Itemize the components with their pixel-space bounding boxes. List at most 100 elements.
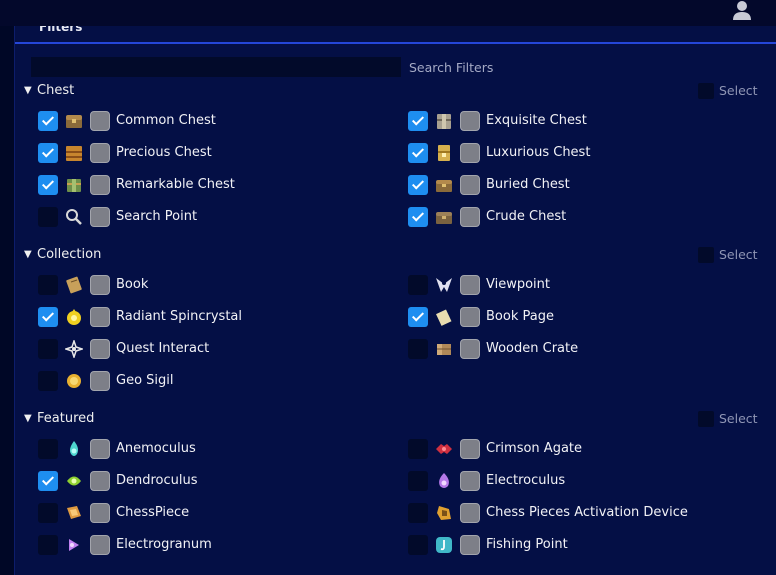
panel-title: Filters (39, 26, 83, 34)
dendroculus-icon (67, 476, 81, 486)
pin-toggle[interactable] (460, 111, 480, 131)
filter-checkbox[interactable] (38, 143, 58, 163)
filter-label: Buried Chest (486, 177, 570, 192)
filter-item-radiant-spincrystal[interactable]: Radiant Spincrystal (38, 305, 378, 329)
filter-checkbox[interactable] (38, 535, 58, 555)
filter-checkbox[interactable] (38, 471, 58, 491)
filter-checkbox[interactable] (408, 307, 428, 327)
filter-checkbox[interactable] (408, 503, 428, 523)
pin-toggle[interactable] (90, 143, 110, 163)
pin-toggle[interactable] (90, 471, 110, 491)
section-header[interactable]: ▼ Chest Select (15, 82, 776, 104)
pin-toggle[interactable] (460, 307, 480, 327)
filter-checkbox[interactable] (38, 207, 58, 227)
filter-label: Exquisite Chest (486, 113, 587, 128)
filter-item-geo-sigil[interactable]: Geo Sigil (38, 369, 378, 393)
filter-checkbox[interactable] (408, 175, 428, 195)
section-header[interactable]: ▼ Collection Select (15, 246, 776, 268)
filter-checkbox[interactable] (38, 503, 58, 523)
filter-checkbox[interactable] (408, 439, 428, 459)
filter-item-wooden-crate[interactable]: Wooden Crate (408, 337, 748, 361)
filter-checkbox[interactable] (408, 339, 428, 359)
wooden-crate-icon (437, 344, 451, 355)
collapse-arrow-icon[interactable]: ▼ (24, 85, 32, 96)
filter-checkbox[interactable] (38, 307, 58, 327)
pin-toggle[interactable] (90, 111, 110, 131)
collapse-arrow-icon[interactable]: ▼ (24, 413, 32, 424)
filter-label: Dendroculus (116, 473, 198, 488)
filter-item-chess-pieces-activation-device[interactable]: Chess Pieces Activation Device (408, 501, 748, 525)
filter-checkbox[interactable] (408, 535, 428, 555)
filter-item-common-chest[interactable]: Common Chest (38, 109, 378, 133)
search-input[interactable] (31, 57, 401, 77)
search-label: Search Filters (409, 60, 494, 75)
filter-label: Wooden Crate (486, 341, 579, 356)
filter-item-luxurious-chest[interactable]: Luxurious Chest (408, 141, 748, 165)
filter-label: Book (116, 277, 149, 292)
filter-item-electrogranum[interactable]: Electrogranum (38, 533, 378, 557)
filter-item-book[interactable]: Book (38, 273, 378, 297)
filter-checkbox[interactable] (38, 111, 58, 131)
filter-item-exquisite-chest[interactable]: Exquisite Chest (408, 109, 748, 133)
filter-item-search-point[interactable]: Search Point (38, 205, 378, 229)
filter-item-chess-piece[interactable]: ChessPiece (38, 501, 378, 525)
filter-item-crimson-agate[interactable]: Crimson Agate (408, 437, 748, 461)
filter-item-buried-chest[interactable]: Buried Chest (408, 173, 748, 197)
pin-toggle[interactable] (460, 471, 480, 491)
filter-label: Crude Chest (486, 209, 567, 224)
pin-toggle[interactable] (460, 175, 480, 195)
select-all-checkbox[interactable] (698, 247, 714, 263)
filter-checkbox[interactable] (408, 143, 428, 163)
filter-label: Radiant Spincrystal (116, 309, 243, 324)
pin-toggle[interactable] (460, 143, 480, 163)
filter-item-precious-chest[interactable]: Precious Chest (38, 141, 378, 165)
pin-toggle[interactable] (460, 535, 480, 555)
select-all-checkbox[interactable] (698, 411, 714, 427)
filter-checkbox[interactable] (38, 275, 58, 295)
user-icon[interactable] (731, 0, 753, 20)
filter-item-book-page[interactable]: Book Page (408, 305, 748, 329)
select-all-label[interactable]: Select (719, 83, 758, 98)
pin-toggle[interactable] (90, 535, 110, 555)
pin-toggle[interactable] (90, 339, 110, 359)
section-title: Featured (37, 411, 95, 426)
filter-checkbox[interactable] (38, 339, 58, 359)
filter-item-fishing-point[interactable]: Fishing Point (408, 533, 748, 557)
select-all-label[interactable]: Select (719, 247, 758, 262)
filter-item-anemoculus[interactable]: Anemoculus (38, 437, 378, 461)
filter-item-dendroculus[interactable]: Dendroculus (38, 469, 378, 493)
filter-checkbox[interactable] (38, 371, 58, 391)
filter-item-crude-chest[interactable]: Crude Chest (408, 205, 748, 229)
pin-toggle[interactable] (460, 503, 480, 523)
top-bar (0, 0, 776, 26)
pin-toggle[interactable] (90, 307, 110, 327)
filter-item-viewpoint[interactable]: Viewpoint (408, 273, 748, 297)
pin-toggle[interactable] (460, 207, 480, 227)
pin-toggle[interactable] (90, 175, 110, 195)
pin-toggle[interactable] (90, 371, 110, 391)
pin-toggle[interactable] (460, 339, 480, 359)
filter-item-remarkable-chest[interactable]: Remarkable Chest (38, 173, 378, 197)
pin-toggle[interactable] (90, 275, 110, 295)
filter-item-electroculus[interactable]: Electroculus (408, 469, 748, 493)
select-all-label[interactable]: Select (719, 411, 758, 426)
fishing-point-icon (436, 537, 452, 553)
filter-checkbox[interactable] (38, 439, 58, 459)
filter-checkbox[interactable] (408, 471, 428, 491)
pin-toggle[interactable] (90, 503, 110, 523)
filter-checkbox[interactable] (408, 275, 428, 295)
pin-toggle[interactable] (90, 439, 110, 459)
filter-checkbox[interactable] (408, 111, 428, 131)
filter-label: Precious Chest (116, 145, 212, 160)
section-header[interactable]: ▼ Featured Select (15, 410, 776, 432)
magnifier-icon (66, 209, 82, 225)
pin-toggle[interactable] (460, 439, 480, 459)
select-all-checkbox[interactable] (698, 83, 714, 99)
filter-checkbox[interactable] (408, 207, 428, 227)
filter-checkbox[interactable] (38, 175, 58, 195)
pin-toggle[interactable] (460, 275, 480, 295)
filter-label: Fishing Point (486, 537, 568, 552)
pin-toggle[interactable] (90, 207, 110, 227)
collapse-arrow-icon[interactable]: ▼ (24, 249, 32, 260)
filter-item-quest-interact[interactable]: Quest Interact (38, 337, 378, 361)
